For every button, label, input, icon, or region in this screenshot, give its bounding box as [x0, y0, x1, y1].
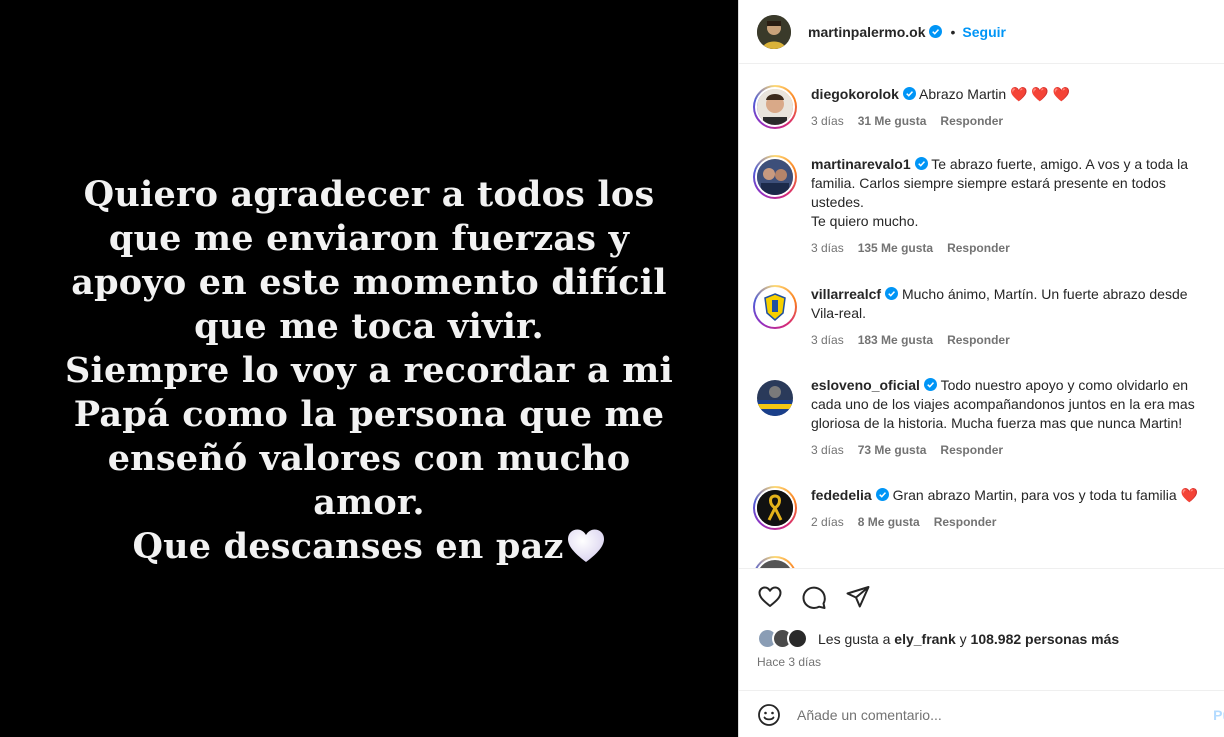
comment: martinarevalo1 Te abrazo fuerte, amigo. … — [753, 155, 1224, 258]
comment-text: Todo nuestro apoyo y como olvidarlo en — [940, 377, 1189, 393]
comment-username[interactable]: esloveno_oficial — [811, 377, 920, 393]
reply-button[interactable]: Responder — [940, 441, 1003, 460]
reply-button[interactable]: Responder — [947, 331, 1010, 350]
comment-body: villarrealcf Mucho ánimo, Martín. Un fue… — [811, 285, 1215, 350]
likes-count[interactable]: 108.982 personas más — [971, 631, 1120, 647]
comment-partial — [753, 556, 1224, 568]
avatar[interactable] — [757, 380, 793, 416]
action-icons — [757, 584, 871, 610]
comment-likes[interactable]: 8 Me gusta — [858, 513, 920, 532]
comment-text: cada uno de los viajes acompañandonos ju… — [811, 396, 1195, 412]
follow-button[interactable]: Seguir — [962, 24, 1006, 40]
comment-body: diegokorolok Abrazo Martin ❤️ ❤️ ❤️ 3 dí… — [811, 85, 1215, 131]
comment-body: martinarevalo1 Te abrazo fuerte, amigo. … — [811, 155, 1215, 258]
verified-icon — [885, 287, 899, 300]
verified-icon — [875, 488, 889, 501]
comment-text: Gran abrazo Martin, para vos y toda tu f… — [892, 487, 1198, 503]
story-line: enseñó valores con mucho — [107, 437, 631, 479]
avatar[interactable] — [753, 285, 797, 329]
liker-username[interactable]: ely_frank — [894, 631, 955, 647]
story-line: Que descanses en paz — [132, 525, 564, 567]
avatar — [787, 628, 808, 649]
author-username[interactable]: martinpalermo.ok — [808, 24, 925, 40]
comment-time[interactable]: 3 días — [811, 331, 844, 350]
comment-time[interactable]: 3 días — [811, 441, 844, 460]
avatar[interactable] — [753, 155, 797, 199]
comment-text: familia. Carlos siempre siempre estará p… — [811, 175, 1166, 191]
comment-input[interactable] — [797, 706, 1177, 723]
story-line: que me toca vivir. — [194, 305, 544, 347]
comment-text: gloriosa de la historia. Mucha fuerza ma… — [811, 415, 1183, 431]
reply-button[interactable]: Responder — [940, 112, 1003, 131]
verified-icon — [914, 157, 928, 170]
story-text: Quiero agradecer a todos los que me envi… — [39, 173, 699, 569]
likes-and: y — [959, 630, 967, 647]
avatar[interactable] — [753, 85, 797, 129]
comment-body: esloveno_oficial Todo nuestro apoyo y co… — [811, 376, 1215, 460]
story-line: Siempre lo voy a recordar a mi — [65, 349, 673, 391]
story-line: apoyo en este momento difícil — [71, 261, 667, 303]
comment: esloveno_oficial Todo nuestro apoyo y co… — [753, 376, 1224, 460]
comment-body: fededelia Gran abrazo Martin, para vos y… — [811, 486, 1215, 532]
comment-time[interactable]: 3 días — [811, 239, 844, 258]
comment-likes[interactable]: 31 Me gusta — [858, 112, 927, 131]
separator-dot: • — [950, 23, 956, 40]
likes-prefix: Les gusta a — [818, 630, 891, 647]
comment-time[interactable]: 3 días — [811, 112, 844, 131]
comment-text: Te quiero mucho. — [811, 213, 919, 229]
add-comment-bar: Pu — [739, 690, 1224, 737]
comment-text: Mucho ánimo, Martín. Un fuerte abrazo de… — [901, 286, 1188, 302]
comment-icon[interactable] — [801, 584, 827, 610]
reply-button[interactable]: Responder — [934, 513, 997, 532]
post-actions: Les gusta a ely_frank y 108.982 personas… — [739, 568, 1224, 737]
comment: villarrealcf Mucho ánimo, Martín. Un fue… — [753, 285, 1224, 350]
white-heart-icon — [567, 529, 604, 562]
story-line: Quiero agradecer a todos los — [83, 173, 655, 215]
heart-icon[interactable] — [757, 584, 783, 610]
likes-summary[interactable]: Les gusta a ely_frank y 108.982 personas… — [757, 628, 1119, 649]
post-time[interactable]: Hace 3 días — [757, 655, 821, 669]
story-line: que me enviaron fuerzas y — [108, 217, 630, 259]
story-line: Papá como la persona que me — [73, 393, 665, 435]
publish-button[interactable]: Pu — [1213, 707, 1224, 723]
verified-icon — [929, 25, 943, 38]
comment-username[interactable]: diegokorolok — [811, 86, 899, 102]
comment-text: Abrazo Martin ❤️ ❤️ ❤️ — [919, 86, 1071, 102]
comment: fededelia Gran abrazo Martin, para vos y… — [753, 486, 1224, 532]
share-icon[interactable] — [845, 584, 871, 610]
avatar[interactable] — [757, 14, 791, 49]
post-header: martinpalermo.ok • Seguir — [739, 0, 1224, 64]
liker-avatars — [757, 628, 808, 649]
comment-username[interactable]: villarrealcf — [811, 286, 881, 302]
comment-time[interactable]: 2 días — [811, 513, 844, 532]
comment-text: ustedes. — [811, 194, 864, 210]
post-media[interactable]: Quiero agradecer a todos los que me envi… — [0, 0, 738, 737]
verified-icon — [902, 87, 916, 100]
avatar[interactable] — [753, 486, 797, 530]
verified-icon — [923, 378, 937, 391]
comment-text: Te abrazo fuerte, amigo. A vos y a toda … — [931, 156, 1189, 172]
post-details-panel: martinpalermo.ok • Seguir diegokorolok A… — [738, 0, 1224, 737]
comment: diegokorolok Abrazo Martin ❤️ ❤️ ❤️ 3 dí… — [753, 85, 1224, 131]
comment-likes[interactable]: 73 Me gusta — [858, 441, 927, 460]
comment-username[interactable]: martinarevalo1 — [811, 156, 911, 172]
comment-username[interactable]: fededelia — [811, 487, 872, 503]
comments-list[interactable]: diegokorolok Abrazo Martin ❤️ ❤️ ❤️ 3 dí… — [739, 65, 1224, 568]
reply-button[interactable]: Responder — [947, 239, 1010, 258]
avatar[interactable] — [753, 556, 797, 568]
comment-text: Vila-real. — [811, 305, 866, 321]
comment-likes[interactable]: 135 Me gusta — [858, 239, 933, 258]
emoji-icon[interactable] — [757, 703, 781, 727]
story-last-line: Que descanses en paz — [39, 525, 699, 569]
story-line: amor. — [313, 481, 425, 523]
comment-likes[interactable]: 183 Me gusta — [858, 331, 933, 350]
